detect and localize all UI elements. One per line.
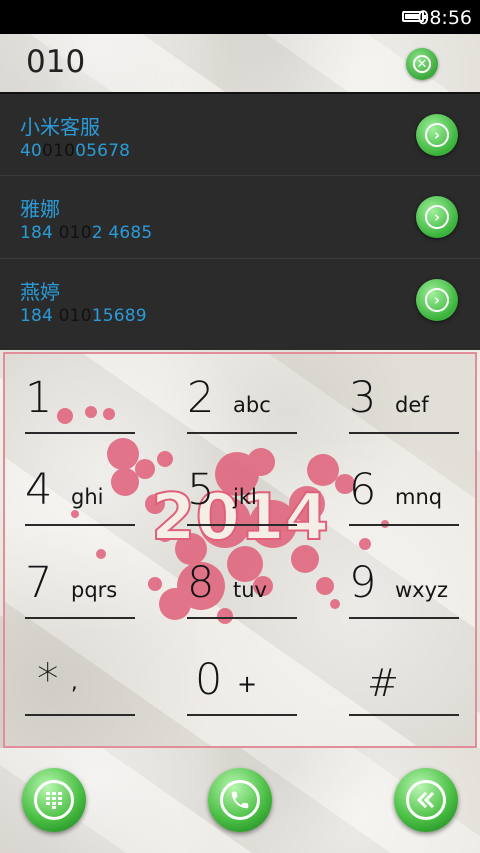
key-9[interactable]: 9 wxyz xyxy=(349,547,459,619)
contact-name: 雅娜 xyxy=(20,197,60,221)
close-icon: ✕ xyxy=(413,55,431,73)
key-6[interactable]: 6 mnq xyxy=(349,454,459,526)
open-contact-button[interactable]: › xyxy=(416,279,458,321)
key-7[interactable]: 7 pqrs xyxy=(25,547,135,619)
number-input-bar: 010 ✕ xyxy=(0,34,480,92)
key-2[interactable]: 2 abc xyxy=(187,362,297,434)
chevron-right-icon: › xyxy=(425,288,449,312)
contact-number: 4001005678 xyxy=(20,141,131,161)
back-button[interactable] xyxy=(394,768,458,832)
list-item[interactable]: 燕婷 184 01015689 › xyxy=(0,258,480,341)
contact-name: 小米客服 xyxy=(20,115,100,139)
dialed-number-field[interactable]: 010 xyxy=(26,44,85,80)
contact-name: 燕婷 xyxy=(20,280,60,304)
contact-suggestions-list: 小米客服 4001005678 › 雅娜 184 0102 4685 › 燕婷 … xyxy=(0,92,480,350)
double-chevron-left-icon xyxy=(406,780,446,820)
key-8[interactable]: 8 tuv xyxy=(187,547,297,619)
key-3[interactable]: 3 def xyxy=(349,362,459,434)
call-button[interactable] xyxy=(208,768,272,832)
contact-number: 184 01015689 xyxy=(20,306,147,326)
key-4[interactable]: 4 ghi xyxy=(25,454,135,526)
chevron-right-icon: › xyxy=(425,123,449,147)
clear-button[interactable]: ✕ xyxy=(406,48,438,80)
number-match-highlight: 010 xyxy=(58,223,92,243)
open-contact-button[interactable]: › xyxy=(416,196,458,238)
key-5[interactable]: 5 jkl xyxy=(187,454,297,526)
dial-keypad: 2014 1 2 abc 3 def 4 ghi 5 jkl 6 mnq 7 p… xyxy=(3,352,477,748)
number-match-highlight: 010 xyxy=(42,141,76,161)
key-hash[interactable]: # xyxy=(349,644,459,716)
chevron-right-icon: › xyxy=(425,205,449,229)
number-match-highlight: 010 xyxy=(58,306,92,326)
key-0[interactable]: 0 + xyxy=(187,644,297,716)
open-contact-button[interactable]: › xyxy=(416,114,458,156)
key-1[interactable]: 1 xyxy=(25,362,135,434)
status-time: 08:56 xyxy=(417,7,472,29)
dialpad-toggle-button[interactable] xyxy=(22,768,86,832)
key-star[interactable]: * , xyxy=(25,644,135,716)
contact-number: 184 0102 4685 xyxy=(20,223,153,243)
status-bar: 08:56 xyxy=(0,0,480,34)
bottom-action-bar xyxy=(0,748,480,853)
list-item[interactable]: 小米客服 4001005678 › xyxy=(0,92,480,175)
phone-icon xyxy=(220,780,260,820)
dialpad-icon xyxy=(34,780,74,820)
list-item[interactable]: 雅娜 184 0102 4685 › xyxy=(0,175,480,258)
